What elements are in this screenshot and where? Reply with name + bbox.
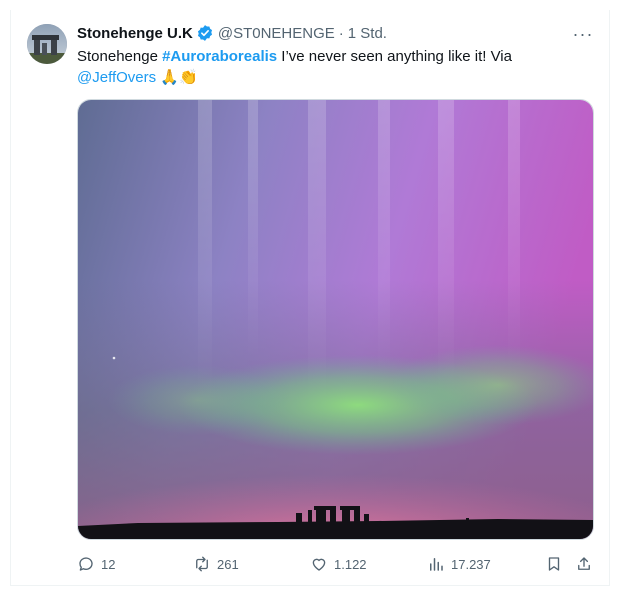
views-button[interactable]: 17.237 <box>427 552 491 576</box>
tweet-actions: 12 261 1.122 17.237 <box>77 552 601 576</box>
reply-count: 12 <box>101 556 116 572</box>
display-name[interactable]: Stonehenge U.K <box>77 25 193 42</box>
emoji-text: 🙏👏 <box>160 69 198 86</box>
more-options-button[interactable]: ··· <box>571 24 595 44</box>
reply-icon <box>79 557 93 571</box>
like-button[interactable]: 1.122 <box>310 552 367 576</box>
repost-button[interactable]: 261 <box>193 552 239 576</box>
tweet-text-middle: I’ve never seen anything like it! Via <box>277 48 512 65</box>
timestamp[interactable]: 1 Std. <box>348 25 387 42</box>
like-icon <box>312 558 326 571</box>
handle[interactable]: @ST0NEHENGE <box>218 25 335 42</box>
views-count: 17.237 <box>451 556 491 572</box>
reply-button[interactable]: 12 <box>77 552 115 576</box>
views-icon <box>430 558 443 571</box>
avatar[interactable] <box>27 24 67 64</box>
separator-dot: · <box>338 24 344 42</box>
share-button[interactable] <box>575 552 593 576</box>
tweet-content: Stonehenge U.K @ST0NEHENGE · 1 Std. Ston… <box>77 22 595 88</box>
share-icon <box>578 557 590 570</box>
tweet-header: Stonehenge U.K @ST0NEHENGE · 1 Std. <box>77 22 595 44</box>
bookmark-icon <box>548 557 560 571</box>
mention-link[interactable]: @JeffOvers <box>77 69 156 86</box>
tweet-text-start: Stonehenge <box>77 48 163 65</box>
like-count: 1.122 <box>334 556 367 572</box>
hashtag-link[interactable]: #Auroraborealis <box>162 48 277 65</box>
tweet-card[interactable]: Stonehenge U.K @ST0NEHENGE · 1 Std. Ston… <box>10 10 610 586</box>
bookmark-button[interactable] <box>545 552 563 576</box>
verified-badge-icon <box>196 24 214 42</box>
repost-icon <box>196 556 208 572</box>
tweet-photo[interactable] <box>77 99 594 540</box>
repost-count: 261 <box>217 556 239 572</box>
tweet-text: Stonehenge #Auroraborealis I’ve never se… <box>77 46 587 88</box>
